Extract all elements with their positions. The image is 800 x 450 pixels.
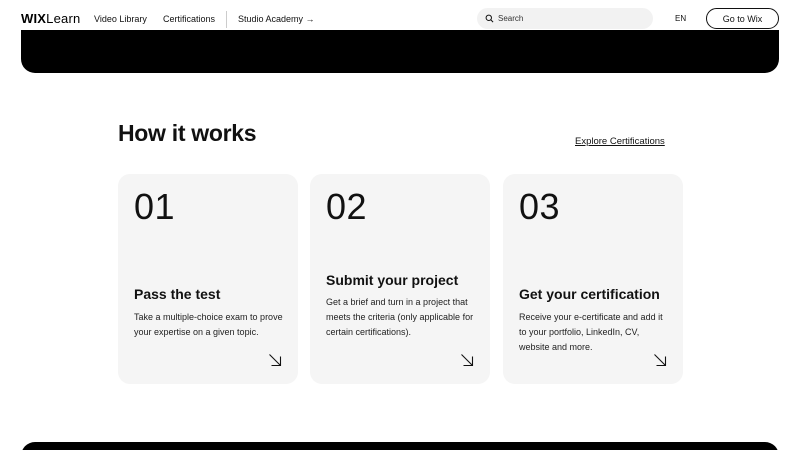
search-icon — [485, 14, 494, 23]
step-number: 02 — [326, 186, 368, 227]
wix-learn-logo[interactable]: WIX Learn — [21, 11, 80, 26]
step-description: Receive your e-certificate and add it to… — [519, 312, 663, 352]
step-description: Get a brief and turn in a project that m… — [326, 297, 474, 337]
top-black-banner — [21, 30, 779, 73]
step-number: 01 — [134, 186, 176, 227]
search-bar[interactable] — [477, 8, 653, 29]
arrow-down-right-icon — [269, 354, 282, 367]
step-title: Pass the test — [134, 286, 221, 302]
step-description: Take a multiple-choice exam to prove you… — [134, 312, 283, 337]
step-title: Submit your project — [326, 272, 459, 288]
step-card-2[interactable]: 02 Submit your project Get a brief and t… — [310, 174, 490, 384]
step-card-3[interactable]: 03 Get your certification Receive your e… — [503, 174, 683, 384]
bottom-black-banner — [21, 442, 779, 450]
search-input[interactable] — [498, 14, 648, 23]
go-to-wix-button[interactable]: Go to Wix — [706, 8, 779, 29]
explore-certifications-link[interactable]: Explore Certifications — [575, 136, 665, 147]
nav-video-library[interactable]: Video Library — [94, 14, 147, 24]
step-title: Get your certification — [519, 286, 660, 302]
language-selector[interactable]: EN — [675, 14, 686, 23]
step-number: 03 — [519, 186, 561, 227]
nav-divider — [226, 11, 227, 28]
arrow-down-right-icon — [654, 354, 667, 367]
logo-learn: Learn — [46, 11, 81, 26]
step-card-1[interactable]: 01 Pass the test Take a multiple-choice … — [118, 174, 298, 384]
nav-studio-academy[interactable]: Studio Academy → — [238, 14, 315, 24]
section-title: How it works — [118, 120, 257, 146]
arrow-down-right-icon — [461, 354, 474, 367]
nav-certifications[interactable]: Certifications — [163, 14, 215, 24]
logo-wix: WIX — [21, 11, 47, 26]
